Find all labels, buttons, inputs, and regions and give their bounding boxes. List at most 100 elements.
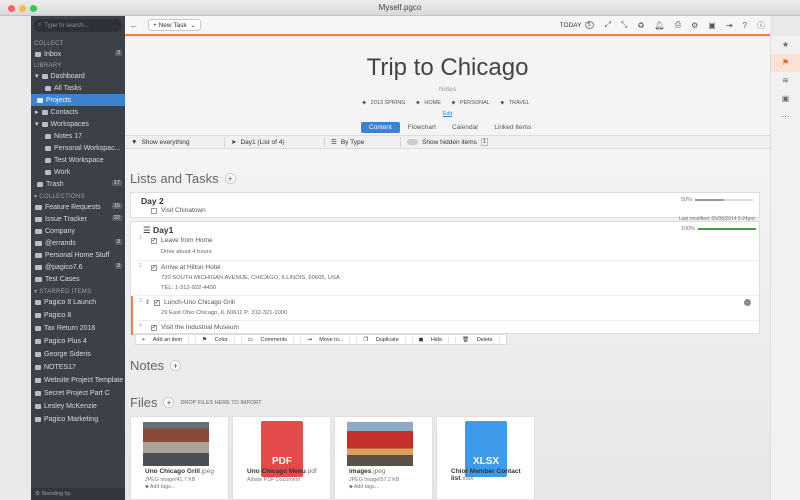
tab-content[interactable]: Content — [361, 122, 400, 133]
sidebar-item-label: Secret Project Part C — [44, 390, 110, 397]
flag-icon[interactable]: ⚑ — [771, 54, 800, 72]
sidebar-item-starred[interactable]: Website Project Template — [31, 374, 125, 387]
cloud-icon — [45, 133, 51, 139]
task-row[interactable]: Visit Chinatown — [151, 207, 206, 214]
sidebar-item-all-tasks[interactable]: All Tasks — [31, 82, 125, 94]
show-filter-dropdown[interactable]: ▼ Show everything — [125, 137, 225, 147]
bell-icon[interactable]: 🔔︎ — [655, 21, 665, 30]
tag-item[interactable]: ⬥ TRAVEL — [500, 100, 532, 106]
sidebar-item-starred[interactable]: George Sideris — [31, 348, 125, 361]
file-card[interactable]: PDF Uno Chicago Menu.pdf Adobe PDF Docum… — [232, 416, 331, 500]
hidden-items-toggle[interactable]: Show hidden items 1 — [401, 137, 494, 147]
tab-calendar[interactable]: Calendar — [444, 122, 486, 133]
sidebar-item-collection[interactable]: Issue Tracker 22 — [31, 213, 125, 225]
move-to-button[interactable]: ⇥ Move to... — [301, 336, 358, 343]
sidebar-item-projects[interactable]: Projects — [31, 94, 125, 106]
lock-icon[interactable]: ▣ — [771, 90, 800, 108]
tag-item[interactable]: ⬥ 2013 SPRING — [362, 100, 408, 106]
export-icon[interactable]: ⇥ — [726, 21, 733, 30]
more-icon[interactable]: ⋯ — [771, 108, 800, 126]
file-card[interactable]: images.jpeg JPEG Image/57.2 KB ⬥ Add tag… — [334, 416, 433, 500]
sidebar-item-contacts[interactable]: ▸ Contacts — [31, 106, 125, 118]
sidebar-item-label: Inbox — [44, 50, 62, 58]
sidebar-item-dashboard[interactable]: ▾ Dashboard — [31, 70, 125, 82]
add-tags-link[interactable]: ⬥ Add tags... — [349, 484, 379, 491]
wifi-icon[interactable]: ≋ — [771, 72, 800, 90]
list-filter-dropdown[interactable]: ➤ Day1 (List of 4) — [225, 137, 325, 147]
more-options-icon[interactable]: ⋯ — [744, 299, 751, 306]
task-row[interactable]: ✓ Arrive at Hilton Hotel — [151, 264, 221, 271]
checkbox[interactable]: ✓ — [154, 299, 161, 306]
sidebar-item-starred[interactable]: Tax Return 2016 — [31, 322, 125, 335]
sidebar-item-collection[interactable]: @errands 3 — [31, 237, 125, 249]
gear-icon[interactable]: ⚙ — [691, 21, 698, 30]
list-title[interactable]: Day 2 — [141, 196, 164, 206]
sidebar-item-starred[interactable]: Secret Project Part C — [31, 387, 125, 400]
file-card[interactable]: XLSX Chior Member Contact list.xlsx — [436, 416, 535, 500]
search-input[interactable]: ⌕ Type to search... — [34, 19, 122, 32]
list-handle-icon[interactable]: ☰ — [143, 225, 151, 235]
sidebar-item-trash[interactable]: Trash 17 — [31, 178, 125, 190]
delete-button[interactable]: 🗑︎ Delete — [456, 336, 505, 343]
sidebar-item-starred[interactable]: Pagico 8 — [31, 309, 125, 322]
file-card[interactable]: Uno Chicago Grill.jpeg JPEG Image/41.7 K… — [130, 416, 229, 500]
project-title[interactable]: Trip to Chicago — [125, 54, 770, 82]
sidebar-item-test-workspace[interactable]: Test Workspace — [31, 154, 125, 166]
sidebar-item-collection[interactable]: @pagico7.6 3 — [31, 261, 125, 273]
sidebar-item-collection[interactable]: Test Cases — [31, 273, 125, 285]
tab-linked-items[interactable]: Linked Items — [486, 122, 539, 133]
comments-button[interactable]: ▭ Comments — [242, 336, 302, 343]
lock-icon[interactable]: ▣ — [708, 21, 716, 30]
checkbox[interactable]: ✓ — [151, 324, 157, 331]
sidebar-item-collection[interactable]: Feature Requests 15 — [31, 201, 125, 213]
toggle-switch[interactable] — [407, 139, 418, 145]
task-row[interactable]: ⇕ ✓ Lunch-Uno Chicago Grill — [145, 299, 235, 306]
color-button[interactable]: ⚑ Color — [196, 336, 242, 343]
cloud-icon — [45, 169, 51, 175]
today-button[interactable]: TODAY 5 — [560, 21, 594, 29]
sidebar-item-starred[interactable]: Pagico Marketing — [31, 413, 125, 426]
add-note-button[interactable]: + — [169, 360, 181, 371]
sidebar-item-notes17[interactable]: Notes 17 — [31, 130, 125, 142]
sort-dropdown[interactable]: ☰ By Type — [325, 137, 401, 147]
sidebar-item-starred[interactable]: NOTES17 — [31, 361, 125, 374]
tag-item[interactable]: ⬥ PERSONAL — [451, 100, 492, 106]
sidebar-item-collection[interactable]: Personal Home Stuff — [31, 249, 125, 261]
collapse-icon[interactable]: ⤡ — [621, 20, 627, 30]
help-icon[interactable]: ? — [743, 21, 747, 30]
star-icon[interactable]: ★ — [771, 36, 800, 54]
info-icon[interactable]: ⓘ — [757, 20, 765, 31]
task-row[interactable]: ✓ Visit the Industrial Museum — [151, 324, 239, 331]
edit-tags-link[interactable]: Edit — [125, 111, 770, 117]
task-row[interactable]: ✓ Leave from Home — [151, 237, 213, 244]
checkbox[interactable]: ✓ — [151, 237, 157, 244]
sidebar-item-starred[interactable]: Pagico 8 Launch — [31, 296, 125, 309]
expand-icon[interactable]: ⤢ — [605, 20, 611, 30]
list-title[interactable]: ☰ Day1 — [143, 225, 173, 236]
print-icon[interactable]: ⎙ — [675, 20, 681, 30]
sidebar-item-collection[interactable]: Company — [31, 225, 125, 237]
hide-button[interactable]: ◼ Hide — [413, 336, 457, 343]
sidebar-item-workspaces[interactable]: ▾ Workspaces — [31, 118, 125, 130]
tag-item[interactable]: ⬥ HOME — [416, 100, 444, 106]
new-task-button[interactable]: + New Task ⌄ — [148, 19, 201, 31]
sidebar-item-work[interactable]: Work — [31, 166, 125, 178]
task-title: Visit Chinatown — [161, 207, 206, 214]
sidebar-item-inbox[interactable]: Inbox 3 — [31, 48, 125, 60]
sync-icon[interactable]: ♻ — [637, 21, 644, 30]
add-file-button[interactable]: + — [163, 397, 175, 408]
drag-handle-icon[interactable]: ⇕ — [145, 299, 150, 306]
project-notes-field[interactable]: Notes — [125, 86, 770, 93]
duplicate-button[interactable]: ❐ Duplicate — [357, 336, 413, 343]
sidebar-item-personal-workspace[interactable]: Personal Workspac... — [31, 142, 125, 154]
sidebar-item-starred[interactable]: Pagico Plus 4 — [31, 335, 125, 348]
add-tags-link[interactable]: ⬥ Add tags... — [145, 484, 175, 491]
tab-flowchart[interactable]: Flowchart — [400, 122, 444, 133]
back-arrow-icon[interactable]: ← — [130, 21, 138, 30]
starred-item-icon — [35, 313, 41, 318]
add-item-button[interactable]: + Add an item — [136, 336, 197, 343]
checkbox[interactable]: ✓ — [151, 264, 157, 271]
checkbox[interactable] — [151, 207, 157, 214]
add-list-button[interactable]: + — [224, 173, 236, 184]
sidebar-item-starred[interactable]: Lesley McKenzie — [31, 400, 125, 413]
